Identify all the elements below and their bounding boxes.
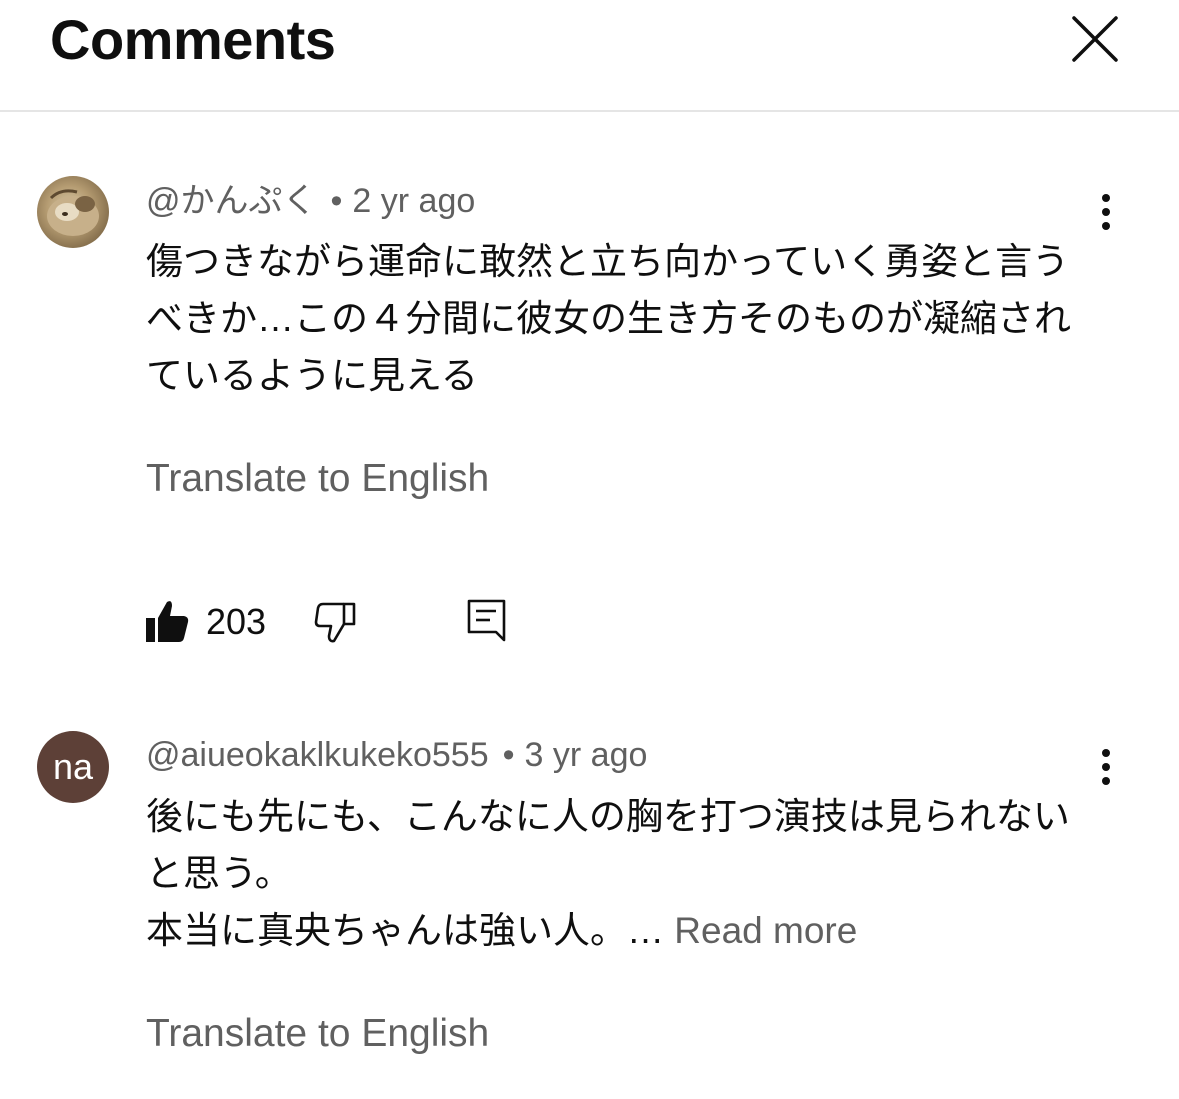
separator-dot: • bbox=[502, 736, 515, 774]
reply-button[interactable] bbox=[466, 598, 508, 644]
comment-meta: @かんぷく • 2 yr ago bbox=[146, 181, 475, 221]
translate-link[interactable]: Translate to English bbox=[146, 1011, 489, 1057]
comment-age: 2 yr ago bbox=[352, 182, 476, 220]
avatar[interactable] bbox=[37, 176, 109, 248]
close-button[interactable] bbox=[1068, 12, 1122, 66]
translate-link[interactable]: Translate to English bbox=[146, 456, 489, 502]
separator-dot: • bbox=[330, 182, 343, 220]
dislike-button[interactable] bbox=[314, 600, 358, 646]
like-count: 203 bbox=[206, 601, 267, 642]
comment-text: 傷つきながら運命に敢然と立ち向かっていく勇姿と言うべきか…この４分間に彼女の生き… bbox=[146, 241, 1071, 396]
like-button[interactable] bbox=[146, 598, 190, 644]
read-more-link[interactable]: Read more bbox=[664, 910, 857, 951]
more-options-button[interactable] bbox=[1090, 743, 1122, 791]
reply-comment-icon bbox=[467, 599, 506, 642]
comments-header: Comments bbox=[0, 0, 1179, 112]
comment-meta: @aiueokaklkukeko555 • 3 yr ago bbox=[146, 735, 647, 775]
thumbs-down-icon bbox=[314, 602, 356, 643]
comment-author[interactable]: @aiueokaklkukeko555 bbox=[146, 736, 489, 774]
page-title: Comments bbox=[50, 8, 336, 71]
comment-text: 後にも先にも、こんなに人の胸を打つ演技は見られないと思う。 本当に真央ちゃんは強… bbox=[146, 788, 1106, 959]
comment-text-body: 後にも先にも、こんなに人の胸を打つ演技は見られないと思う。 本当に真央ちゃんは強… bbox=[146, 796, 1070, 951]
more-options-button[interactable] bbox=[1090, 188, 1122, 236]
more-vertical-icon bbox=[1102, 194, 1110, 230]
avatar[interactable]: na bbox=[37, 731, 109, 803]
comment-age: 3 yr ago bbox=[524, 736, 648, 774]
close-icon bbox=[1072, 16, 1118, 62]
thumbs-up-filled-icon bbox=[146, 601, 189, 642]
cat-avatar-image bbox=[47, 189, 99, 236]
more-vertical-icon bbox=[1102, 749, 1110, 785]
comment-author[interactable]: @かんぷく bbox=[146, 182, 317, 220]
